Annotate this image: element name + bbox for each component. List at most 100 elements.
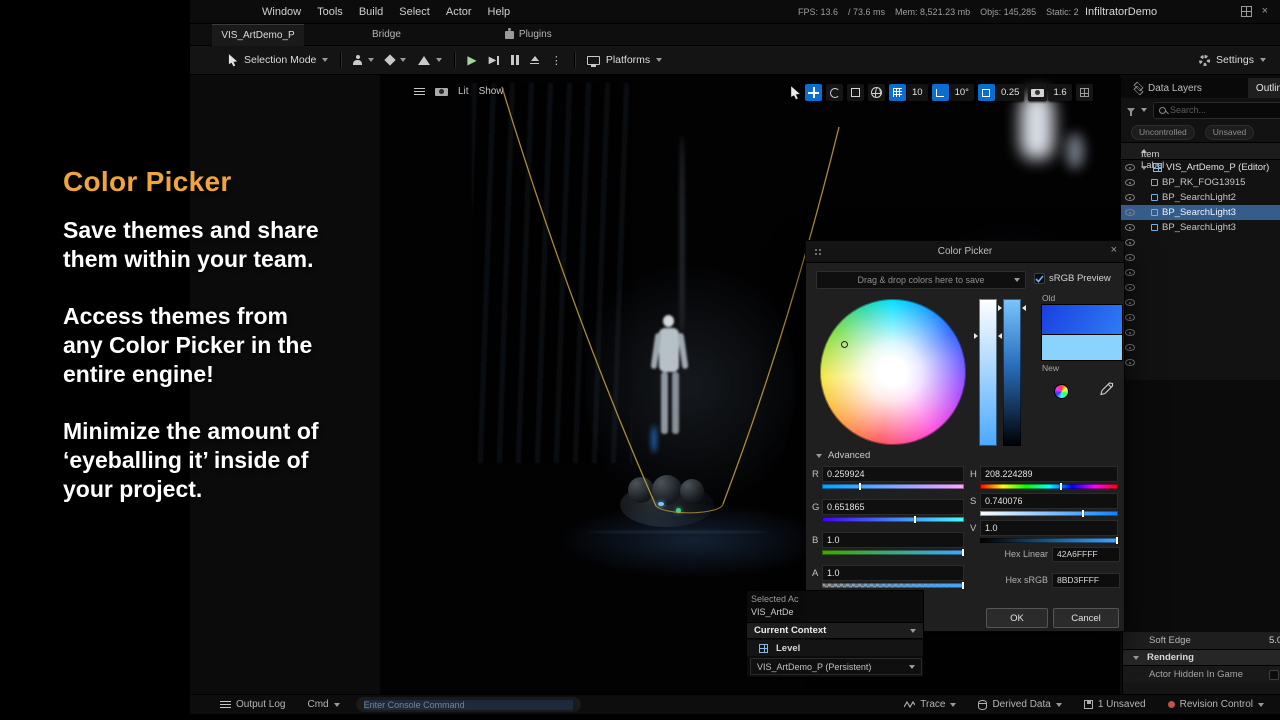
console-command-box[interactable]: [356, 697, 581, 712]
tab-level[interactable]: VIS_ArtDemo_P: [212, 24, 304, 46]
visibility-eye-icon[interactable]: [1125, 284, 1135, 291]
world-space-button[interactable]: [868, 84, 885, 101]
platforms-dropdown[interactable]: Platforms: [587, 54, 662, 66]
visibility-eye-icon[interactable]: [1125, 254, 1135, 261]
eyedropper-icon[interactable]: [1098, 382, 1114, 398]
hex-linear-input[interactable]: 42A6FFFF: [1052, 547, 1120, 562]
advanced-expander[interactable]: Advanced: [816, 450, 870, 461]
visibility-eye-icon[interactable]: [1125, 344, 1135, 351]
frame-skip-button[interactable]: ▶: [489, 55, 500, 66]
cancel-button[interactable]: Cancel: [1053, 608, 1119, 628]
soft-edge-row[interactable]: Soft Edge 5.0: [1123, 632, 1280, 649]
table-row[interactable]: BP_SearchLight3 Edit BP_SearchLi: [1121, 220, 1280, 235]
close-dialog-icon[interactable]: ×: [1111, 244, 1117, 256]
console-input[interactable]: [364, 700, 573, 710]
visibility-eye-icon[interactable]: [1125, 299, 1135, 306]
channel-g-value[interactable]: 0.651865: [822, 499, 964, 515]
color-wheel[interactable]: [820, 299, 966, 445]
menu-select[interactable]: Select: [391, 0, 438, 24]
lit-mode-dropdown[interactable]: Lit: [458, 86, 469, 97]
new-color-swatch[interactable]: [1041, 334, 1123, 361]
select-tool-icon[interactable]: [790, 86, 801, 100]
settings-dropdown[interactable]: Settings: [1199, 54, 1266, 66]
channel-a-slider[interactable]: [822, 583, 964, 588]
actor-hidden-checkbox[interactable]: [1269, 670, 1279, 680]
channel-s-slider[interactable]: [980, 511, 1118, 516]
search-input[interactable]: [1170, 105, 1280, 115]
visibility-eye-icon[interactable]: [1125, 164, 1135, 171]
table-row[interactable]: StaticMeshAct: [1121, 310, 1280, 325]
menu-actor[interactable]: Actor: [438, 0, 480, 24]
landscape-dropdown[interactable]: [418, 56, 442, 65]
pause-button[interactable]: [511, 55, 519, 65]
soft-edge-value[interactable]: 5.0: [1269, 635, 1280, 646]
table-row[interactable]: Edit BP_SearchLi: [1121, 295, 1280, 310]
menu-help[interactable]: Help: [480, 0, 519, 24]
table-row[interactable]: StaticMeshAct: [1121, 355, 1280, 370]
output-log-button[interactable]: Output Log: [220, 699, 285, 710]
add-actor-dropdown[interactable]: [353, 55, 374, 65]
tab-data-layers[interactable]: Data Layers: [1125, 78, 1210, 98]
visibility-eye-icon[interactable]: [1125, 194, 1135, 201]
maximize-viewport-button[interactable]: [1076, 84, 1093, 101]
channel-r-value[interactable]: 0.259924: [822, 466, 964, 482]
outliner-search-box[interactable]: [1153, 102, 1280, 119]
revision-control-dropdown[interactable]: Revision Control: [1168, 699, 1264, 710]
trace-dropdown[interactable]: Trace: [904, 699, 956, 710]
viewport-menu-icon[interactable]: [414, 88, 425, 96]
channel-h-slider[interactable]: [980, 484, 1118, 489]
visibility-eye-icon[interactable]: [1125, 239, 1135, 246]
old-color-swatch[interactable]: [1041, 304, 1123, 334]
scale-snap-value[interactable]: 0.25: [996, 84, 1025, 101]
filter-funnel-icon[interactable]: [1127, 108, 1135, 113]
menu-window[interactable]: Window: [254, 0, 309, 24]
dialog-title-bar[interactable]: Color Picker ×: [806, 241, 1124, 263]
visibility-eye-icon[interactable]: [1125, 179, 1135, 186]
table-row[interactable]: BP_RK_FOG13915 Edit BP_FogSt: [1121, 175, 1280, 190]
visibility-eye-icon[interactable]: [1125, 269, 1135, 276]
table-row[interactable]: Edit BP_SearchLi: [1121, 280, 1280, 295]
color-themes-icon[interactable]: [1054, 384, 1069, 399]
tab-outliner[interactable]: Outliner: [1248, 78, 1280, 98]
saturation-slider[interactable]: [979, 299, 997, 446]
play-options-kebab-icon[interactable]: ⋮: [551, 54, 562, 67]
play-button[interactable]: ▶: [467, 54, 476, 66]
close-window-icon[interactable]: ×: [1262, 5, 1268, 17]
grid-snap-value[interactable]: 10: [907, 84, 928, 101]
hex-srgb-input[interactable]: 8BD3FFFF: [1052, 573, 1120, 588]
perspective-camera-icon[interactable]: [435, 88, 448, 96]
layout-grid-icon[interactable]: [1241, 6, 1252, 17]
menu-build[interactable]: Build: [351, 0, 391, 24]
srgb-checkbox[interactable]: [1034, 273, 1045, 284]
rotate-tool-button[interactable]: [826, 84, 843, 101]
channel-v-value[interactable]: 1.0: [980, 520, 1118, 536]
table-row[interactable]: StaticMeshAct: [1121, 340, 1280, 355]
visibility-eye-icon[interactable]: [1125, 314, 1135, 321]
rotation-snap-toggle[interactable]: [932, 84, 949, 101]
channel-b-value[interactable]: 1.0: [822, 532, 964, 548]
visibility-eye-icon[interactable]: [1125, 359, 1135, 366]
camera-speed-value[interactable]: 1.6: [1048, 84, 1071, 101]
table-row[interactable]: BP_SearchLight2 Edit BP_SearchLi: [1121, 190, 1280, 205]
selection-mode-dropdown[interactable]: Selection Mode: [228, 54, 328, 67]
grid-snap-toggle[interactable]: [889, 84, 906, 101]
channel-v-slider[interactable]: [980, 538, 1118, 543]
channel-b-slider[interactable]: [822, 550, 964, 555]
value-slider[interactable]: [1003, 299, 1021, 446]
level-dropdown[interactable]: VIS_ArtDemo_P (Persistent): [750, 658, 922, 675]
table-row[interactable]: VIS_ArtDemo_P (Editor): [1121, 160, 1280, 175]
blueprints-dropdown[interactable]: [386, 56, 406, 64]
visibility-eye-icon[interactable]: [1125, 224, 1135, 231]
ok-button[interactable]: OK: [986, 608, 1048, 628]
channel-h-value[interactable]: 208.224289: [980, 466, 1118, 482]
cmd-dropdown[interactable]: Cmd: [307, 699, 339, 710]
table-row[interactable]: Edit BP_SearchLi: [1121, 235, 1280, 250]
plugins-button[interactable]: Plugins: [505, 29, 552, 40]
scale-tool-button[interactable]: [847, 84, 864, 101]
visibility-eye-icon[interactable]: [1125, 209, 1135, 216]
table-row[interactable]: Edit BP_SearchLi: [1121, 250, 1280, 265]
rendering-section-header[interactable]: Rendering: [1123, 649, 1280, 666]
rotation-snap-value[interactable]: 10°: [950, 84, 974, 101]
table-row[interactable]: StaticMeshAct: [1121, 325, 1280, 340]
scale-snap-toggle[interactable]: [978, 84, 995, 101]
